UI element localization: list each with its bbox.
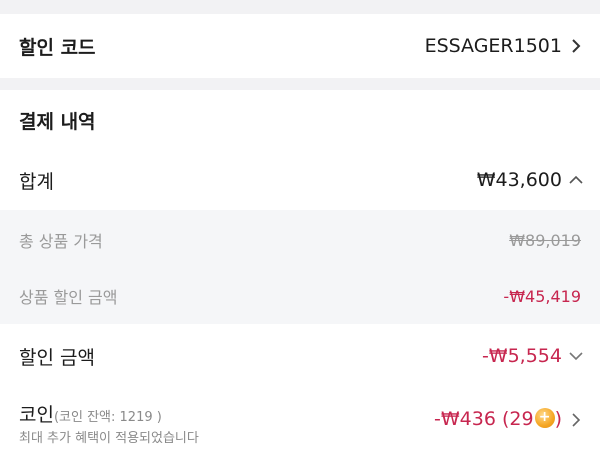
coin-sub-note: 최대 추가 혜택이 적용되었습니다 bbox=[19, 431, 199, 446]
original-price-label: 총 상품 가격 bbox=[19, 232, 103, 251]
coin-label: 코인 bbox=[19, 404, 54, 426]
product-discount-label: 상품 할인 금액 bbox=[19, 288, 118, 307]
coin-balance-note: (코인 잔액: 1219 ) bbox=[53, 410, 162, 425]
coin-label-group: 코인(코인 잔액: 1219 ) bbox=[19, 400, 162, 427]
coin-icon bbox=[534, 408, 555, 428]
chevron-right-icon[interactable] bbox=[568, 38, 584, 54]
discount-amount-value: -₩5,554 bbox=[481, 345, 562, 367]
coin-value: -₩436 (29 bbox=[434, 408, 534, 430]
discount-code-row[interactable]: 할인 코드 ESSAGER1501 bbox=[0, 18, 600, 74]
total-label: 합계 bbox=[19, 170, 54, 193]
coin-row[interactable]: 코인(코인 잔액: 1219 ) 최대 추가 혜택이 적용되었습니다 -₩436… bbox=[0, 394, 600, 450]
chevron-down-icon[interactable] bbox=[568, 348, 584, 364]
product-discount-row: 상품 할인 금액 -₩45,419 bbox=[0, 268, 600, 324]
total-value: ₩43,600 bbox=[476, 169, 562, 191]
discount-code-label: 할인 코드 bbox=[19, 36, 96, 59]
discount-code-card: 할인 코드 ESSAGER1501 bbox=[0, 14, 600, 78]
payment-details-card: 결제 내역 합계 ₩43,600 총 상품 가격 ₩89,019 상품 할인 금… bbox=[0, 90, 600, 450]
chevron-up-icon[interactable] bbox=[568, 172, 584, 188]
discount-code-value: ESSAGER1501 bbox=[424, 35, 562, 57]
payment-section-title: 결제 내역 bbox=[19, 110, 96, 133]
original-price-row: 총 상품 가격 ₩89,019 bbox=[0, 212, 600, 268]
total-breakdown: 총 상품 가격 ₩89,019 상품 할인 금액 -₩45,419 bbox=[0, 210, 600, 324]
coin-value-close: ) bbox=[554, 408, 562, 430]
payment-section-header: 결제 내역 bbox=[0, 92, 600, 148]
product-discount-value: -₩45,419 bbox=[503, 286, 581, 306]
chevron-right-icon[interactable] bbox=[568, 412, 584, 428]
total-row[interactable]: 합계 ₩43,600 bbox=[0, 152, 600, 208]
discount-amount-row[interactable]: 할인 금액 -₩5,554 bbox=[0, 328, 600, 384]
discount-amount-label: 할인 금액 bbox=[19, 346, 95, 369]
original-price-value: ₩89,019 bbox=[509, 230, 581, 250]
coin-value-group: -₩436 (29) bbox=[434, 408, 562, 430]
